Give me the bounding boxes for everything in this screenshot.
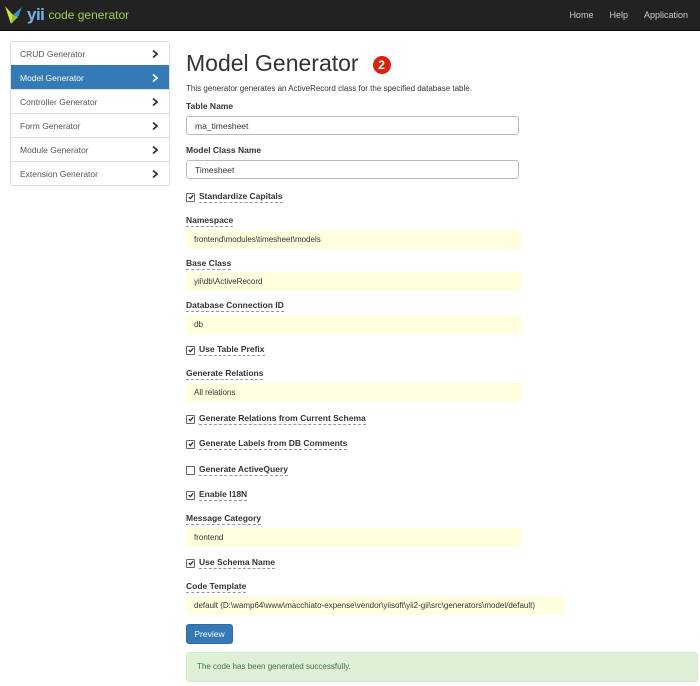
checkbox-label: Use Table Prefix	[199, 344, 265, 356]
checkmark-icon	[187, 194, 194, 200]
nav-link-home[interactable]: Home	[569, 10, 593, 20]
chevron-right-icon	[152, 49, 159, 58]
checkmark-icon	[187, 416, 194, 422]
page-header: Model Generator 2	[186, 50, 391, 77]
brand-yii-text: yii	[27, 5, 45, 24]
checkbox-label: Generate Relations from Current Schema	[199, 413, 366, 425]
checkbox-box[interactable]	[186, 490, 195, 500]
brand-logo-link[interactable]: yii code generator	[2, 3, 129, 27]
use-schema-name-checkbox[interactable]: Use Schema Name	[186, 557, 276, 569]
base-class-input[interactable]: yii\db\ActiveRecord	[186, 272, 521, 291]
sidebar-item-label: Extension Generator	[20, 168, 98, 179]
use-table-prefix-checkbox[interactable]: Use Table Prefix	[186, 344, 265, 356]
checkmark-icon	[187, 347, 194, 353]
success-alert: The code has been generated successfully…	[186, 652, 698, 682]
preview-button[interactable]: Preview	[186, 624, 233, 644]
namespace-input[interactable]: frontend\modules\timesheet\models	[186, 230, 521, 249]
yii-logo-icon	[5, 6, 22, 24]
sidebar-item-label: Controller Generator	[20, 96, 98, 107]
relations-from-schema-checkbox[interactable]: Generate Relations from Current Schema	[186, 413, 366, 425]
brand-subtitle: code generator	[48, 8, 130, 22]
step-badge: 2	[372, 55, 391, 74]
sidebar-item-controller[interactable]: Controller Generator	[11, 89, 169, 113]
page-title: Model Generator	[186, 50, 359, 76]
model-class-label: Model Class Name	[186, 145, 262, 155]
chevron-right-icon	[152, 73, 159, 82]
sidebar-item-extension[interactable]: Extension Generator	[11, 161, 169, 185]
checkbox-label: Standardize Capitals	[199, 191, 283, 203]
message-category-input[interactable]: frontend	[186, 528, 521, 547]
chevron-right-icon	[152, 169, 159, 178]
checkbox-box[interactable]	[186, 192, 195, 202]
checkbox-box[interactable]	[186, 345, 195, 355]
checkbox-label: Generate Labels from DB Comments	[199, 438, 348, 450]
sidebar-item-crud[interactable]: CRUD Generator	[11, 42, 169, 65]
db-connection-input[interactable]: db	[186, 315, 521, 334]
checkbox-box[interactable]	[186, 414, 195, 424]
enable-i18n-checkbox[interactable]: Enable I18N	[186, 489, 248, 501]
navbar: yii code generator Home Help Application	[0, 0, 700, 31]
message-category-label: Message Category	[186, 513, 262, 525]
checkbox-label: Enable I18N	[199, 489, 248, 501]
nav-link-help[interactable]: Help	[609, 10, 628, 20]
code-template-label: Code Template	[186, 581, 247, 593]
chevron-right-icon	[152, 121, 159, 130]
generate-activequery-checkbox[interactable]: Generate ActiveQuery	[186, 464, 288, 476]
namespace-label: Namespace	[186, 215, 234, 227]
sidebar-item-label: CRUD Generator	[20, 48, 86, 59]
sidebar-item-form[interactable]: Form Generator	[11, 113, 169, 137]
base-class-label: Base Class	[186, 258, 232, 270]
page-description: This generator generates an ActiveRecord…	[186, 84, 472, 93]
db-connection-label: Database Connection ID	[186, 300, 284, 312]
chevron-right-icon	[152, 145, 159, 154]
checkbox-label: Generate ActiveQuery	[199, 464, 288, 476]
code-template-select[interactable]: default (D:\wamp64\www\macchiato-expense…	[186, 596, 564, 615]
table-name-input[interactable]: ma_timesheet	[186, 116, 519, 135]
sidebar-item-model[interactable]: Model Generator	[11, 65, 169, 89]
checkmark-icon	[187, 492, 194, 498]
checkbox-label: Use Schema Name	[199, 557, 276, 569]
standardize-capitals-checkbox[interactable]: Standardize Capitals	[186, 191, 283, 203]
checkbox-box[interactable]	[186, 439, 195, 449]
navbar-links: Home Help Application	[565, 0, 700, 30]
nav-link-application[interactable]: Application	[644, 10, 688, 20]
generator-sidebar: CRUD Generator Model Generator Controlle…	[10, 41, 170, 186]
chevron-right-icon	[152, 97, 159, 106]
table-name-label: Table Name	[186, 101, 234, 111]
generate-relations-select[interactable]: All relations	[186, 383, 521, 402]
checkmark-icon	[187, 441, 194, 447]
generate-relations-label: Generate Relations	[186, 368, 264, 380]
sidebar-item-label: Form Generator	[20, 120, 81, 131]
sidebar-item-label: Module Generator	[20, 144, 89, 155]
checkbox-box[interactable]	[186, 558, 195, 568]
sidebar-item-label: Model Generator	[20, 72, 84, 83]
checkbox-box[interactable]	[186, 465, 195, 475]
model-class-input[interactable]: Timesheet	[186, 160, 519, 179]
sidebar-item-module[interactable]: Module Generator	[11, 137, 169, 161]
labels-from-comments-checkbox[interactable]: Generate Labels from DB Comments	[186, 438, 348, 450]
checkmark-icon	[187, 560, 194, 566]
